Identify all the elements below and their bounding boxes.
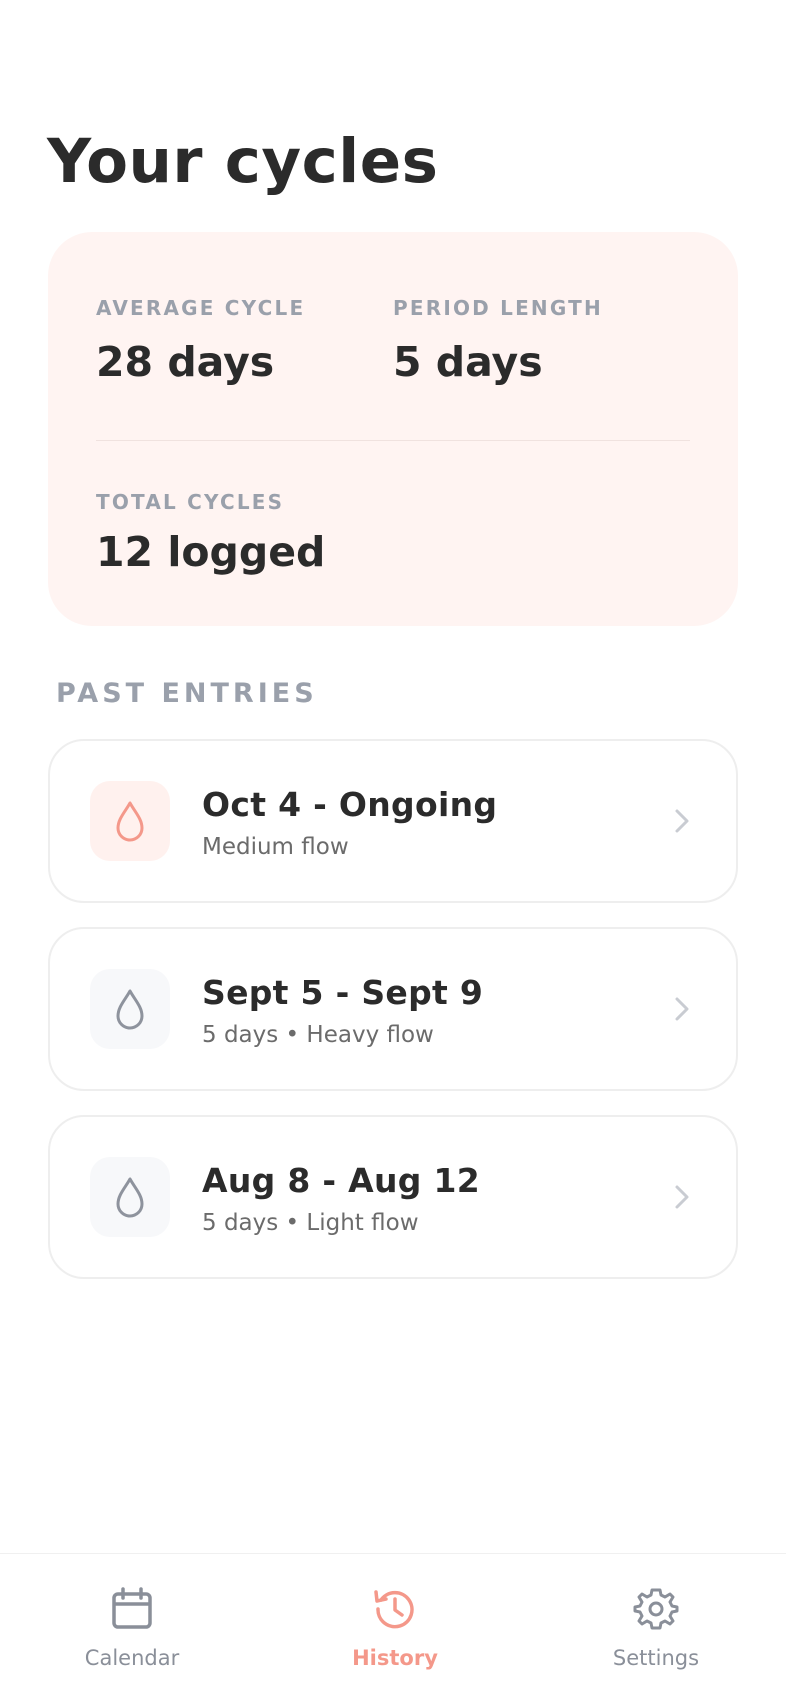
nav-item-calendar[interactable]: Calendar [42,1586,222,1686]
cycle-stats-card: AVERAGE CYCLE 28 days PERIOD LENGTH 5 da… [48,232,738,626]
stat-average-cycle: AVERAGE CYCLE 28 days [96,296,305,386]
calendar-icon [112,1587,152,1629]
stat-value: 5 days [393,338,543,386]
bottom-nav: Calendar History Settings [0,1553,786,1704]
stat-value: 12 logged [96,528,326,576]
droplet-icon [116,801,144,842]
past-entry-card[interactable]: Oct 4 - Ongoing Medium flow [48,739,738,903]
entry-icon-badge [90,1157,170,1237]
stat-label: AVERAGE CYCLE [96,296,306,320]
chevron-right-icon [668,995,696,1023]
cycles-history-screen: Your cycles AVERAGE CYCLE 28 days PERIOD… [0,0,786,1704]
chevron-right-icon [668,1183,696,1211]
stat-value: 28 days [96,338,275,386]
nav-label: History [352,1646,438,1670]
gear-icon [633,1588,679,1630]
nav-item-settings[interactable]: Settings [566,1586,746,1686]
nav-label: Calendar [84,1646,180,1670]
stat-period-length: PERIOD LENGTH 5 days [393,296,603,386]
stat-label: TOTAL CYCLES [96,490,285,514]
entry-title: Aug 8 - Aug 12 [202,1161,481,1200]
history-icon [374,1590,414,1629]
entry-subtitle: 5 days • Light flow [202,1210,419,1236]
past-entry-card[interactable]: Sept 5 - Sept 9 5 days • Heavy flow [48,927,738,1091]
entry-title: Sept 5 - Sept 9 [202,973,484,1012]
entry-subtitle: 5 days • Heavy flow [202,1022,434,1048]
entry-icon-badge [90,969,170,1049]
past-entries-heading: PAST ENTRIES [56,678,318,709]
droplet-icon [116,1177,144,1218]
droplet-icon [116,989,144,1030]
entry-subtitle: Medium flow [202,834,349,860]
page-title: Your cycles [47,126,439,197]
nav-item-history[interactable]: History [305,1586,485,1686]
nav-label: Settings [612,1646,700,1670]
entry-title: Oct 4 - Ongoing [202,785,498,824]
stats-divider [96,440,690,441]
stat-label: PERIOD LENGTH [393,296,603,320]
chevron-right-icon [668,807,696,835]
entry-icon-badge [90,781,170,861]
stat-total-cycles: TOTAL CYCLES 12 logged [96,490,325,576]
past-entry-card[interactable]: Aug 8 - Aug 12 5 days • Light flow [48,1115,738,1279]
